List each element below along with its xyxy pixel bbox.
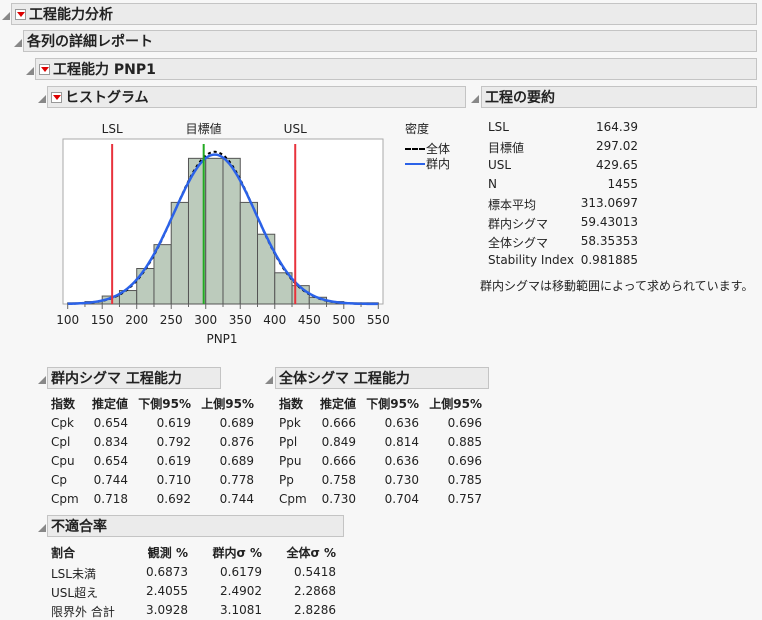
- overall-cell: 0.696: [447, 416, 482, 430]
- summary-note: 群内シグマは移動範囲によって求められています。: [480, 279, 754, 293]
- histogram-bar: [153, 244, 172, 305]
- within-cell: 0.778: [219, 473, 254, 487]
- overall-cell: 0.696: [447, 454, 482, 468]
- legend-title: 密度: [405, 122, 430, 136]
- nonconf-header: 観測 %: [147, 546, 188, 560]
- summary-value: 58.35353: [580, 234, 638, 248]
- lsl-label: LSL: [102, 122, 123, 136]
- outline-title: 全体シグマ 工程能力: [279, 371, 410, 387]
- outline-header-overall[interactable]: 全体シグマ 工程能力: [275, 367, 489, 389]
- summary-label: 目標値: [488, 141, 525, 155]
- x-tick-label: 350: [229, 313, 252, 327]
- x-tick-label: 400: [263, 313, 286, 327]
- nonconf-cell: 2.4902: [220, 584, 262, 598]
- x-tick-label: 100: [56, 313, 79, 327]
- nonconf-cell: 2.2868: [294, 584, 336, 598]
- outline-header-summary[interactable]: 工程の要約: [481, 86, 757, 108]
- summary-value: 164.39: [596, 120, 638, 134]
- histogram-bar: [239, 201, 259, 305]
- nonconf-row-label: 限界外 合計: [51, 605, 115, 619]
- summary-label: 標本平均: [488, 198, 537, 212]
- nonconf-header: 割合: [51, 546, 76, 560]
- outline-header-nonconformance[interactable]: 不適合率: [47, 515, 344, 537]
- within-cell: 0.689: [219, 416, 254, 430]
- usl-label: USL: [284, 122, 307, 136]
- summary-label: 群内シグマ: [488, 217, 549, 231]
- nonconf-cell: 2.8286: [294, 603, 336, 617]
- x-tick-label: 500: [332, 313, 355, 327]
- legend-within-label: 群内: [426, 157, 451, 171]
- x-tick-label: 550: [367, 313, 390, 327]
- overall-cell: 0.757: [447, 492, 482, 506]
- legend-overall-line-icon: [405, 148, 425, 150]
- within-cell: 0.876: [219, 435, 254, 449]
- overall-header: 上側95%: [429, 397, 482, 411]
- nonconf-row-label: USL超え: [51, 586, 99, 600]
- disclosure-icon[interactable]: [38, 524, 46, 532]
- summary-value: 0.981885: [580, 253, 638, 267]
- outline-title: 不適合率: [51, 519, 107, 535]
- x-tick-label: 250: [160, 313, 183, 327]
- summary-label: LSL: [488, 120, 509, 134]
- overall-cell: 0.885: [447, 435, 482, 449]
- summary-value: 429.65: [596, 158, 638, 172]
- x-axis-label: PNP1: [206, 332, 237, 346]
- outline-header-within[interactable]: 群内シグマ 工程能力: [47, 367, 221, 389]
- histogram-bar: [257, 233, 276, 305]
- nonconf-cell: 0.6179: [220, 565, 262, 579]
- nonconf-cell: 3.1081: [220, 603, 262, 617]
- summary-value: 297.02: [596, 139, 638, 153]
- outline-title: 群内シグマ 工程能力: [51, 371, 182, 387]
- overall-cell: 0.785: [447, 473, 482, 487]
- histogram-chart: LSL 目標値 USL 100 150 200 250 300 350 400 450 500 550 P…: [56, 121, 390, 346]
- summary-label: 全体シグマ: [488, 236, 549, 250]
- target-label: 目標値: [186, 121, 222, 136]
- within-cell: 0.689: [219, 454, 254, 468]
- histogram-bar: [205, 157, 224, 305]
- nonconf-cell: 0.5418: [294, 565, 336, 579]
- nonconf-header: 群内σ %: [212, 546, 262, 560]
- x-tick-label: 300: [194, 313, 217, 327]
- summary-value: 1455: [607, 177, 638, 191]
- histogram-bar: [136, 268, 155, 305]
- disclosure-icon[interactable]: [471, 95, 479, 103]
- summary-label: N: [488, 177, 497, 191]
- histogram-bar: [222, 157, 241, 305]
- nonconf-cell: 3.0928: [146, 603, 188, 617]
- x-tick-label: 200: [125, 313, 148, 327]
- summary-value: 313.0697: [580, 196, 638, 210]
- within-cell: 0.744: [219, 492, 254, 506]
- nonconf-cell: 0.6873: [146, 565, 188, 579]
- x-tick-label: 150: [91, 313, 114, 327]
- within-header: 上側95%: [201, 397, 254, 411]
- nonconf-cell: 2.4055: [146, 584, 188, 598]
- nonconf-row-label: LSL未満: [51, 567, 96, 581]
- summary-label: USL: [488, 158, 512, 172]
- x-tick-label: 450: [298, 313, 321, 327]
- outline-title: 工程の要約: [485, 90, 555, 106]
- legend-within-line-icon: [405, 163, 425, 165]
- summary-value: 59.43013: [580, 215, 638, 229]
- disclosure-icon[interactable]: [265, 376, 273, 384]
- histogram-bar: [170, 201, 189, 305]
- nonconf-header: 全体σ %: [286, 546, 336, 560]
- disclosure-icon[interactable]: [38, 376, 46, 384]
